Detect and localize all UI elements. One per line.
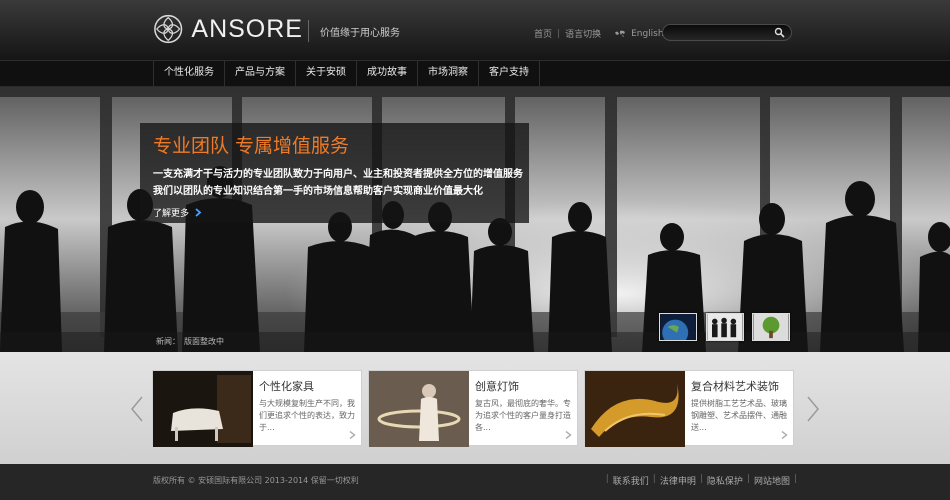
product-image-lighting — [369, 371, 469, 447]
main-nav: 个性化服务 产品与方案 关于安硕 成功故事 市场洞察 客户支持 — [0, 60, 950, 87]
logo-divider — [308, 20, 309, 42]
nav-item-products-solutions[interactable]: 产品与方案 — [224, 61, 295, 87]
banner-description-line-2: 我们以团队的专业知识结合第一手的市场信息帮助客户实现商业价值最大化 — [153, 186, 483, 197]
products-section: 个性化家具 与大规模复制生产不同，我们更追求个性的表达，致力于... 创意灯饰 … — [0, 352, 950, 464]
search-input[interactable] — [671, 26, 771, 40]
separator: | — [746, 474, 750, 484]
footer-link-legal[interactable]: 法律申明 — [660, 474, 696, 487]
home-link[interactable]: 首页 — [534, 27, 552, 40]
product-card-lighting[interactable]: 创意灯饰 复古风，最彻底的奢华。专为追求个性的客户量身打造各... — [368, 370, 578, 447]
product-image-composite-art — [585, 371, 685, 447]
separator: | — [652, 474, 656, 484]
separator: | — [605, 474, 609, 484]
product-title: 创意灯饰 — [475, 380, 519, 393]
logo-mark-icon — [154, 14, 183, 44]
slide-thumbnail-tree[interactable] — [752, 313, 790, 341]
slide-thumbnail-team[interactable] — [706, 313, 744, 341]
separator: | — [699, 474, 703, 484]
footer-link-contact[interactable]: 联系我们 — [613, 474, 649, 487]
news-item[interactable]: 版面整改中 — [184, 336, 224, 347]
carousel-next-icon[interactable] — [806, 396, 820, 422]
copyright: 版权所有 © 安硕国际有限公司 2013-2014 保留一切权利 — [153, 476, 359, 485]
chevron-right-icon[interactable] — [349, 431, 356, 439]
banner-title: 专业团队 专属增值服务 — [153, 135, 350, 157]
nav-item-market-insight[interactable]: 市场洞察 — [417, 61, 478, 87]
news-ticker: 新闻： 版面整改中 — [0, 332, 950, 352]
logo[interactable]: ANSORE — [153, 12, 303, 46]
top-links: 首页 | 语言切换 English — [534, 27, 664, 41]
chevron-right-icon — [195, 208, 202, 217]
world-map-icon — [615, 30, 626, 37]
site-header: ANSORE 价值缘于用心服务 首页 | 语言切换 English — [0, 0, 950, 60]
slide-thumbnail-earth[interactable] — [659, 313, 697, 341]
nav-item-about[interactable]: 关于安硕 — [295, 61, 356, 87]
nav-item-success-stories[interactable]: 成功故事 — [356, 61, 417, 87]
slogan: 价值缘于用心服务 — [320, 28, 400, 39]
product-card-furniture[interactable]: 个性化家具 与大规模复制生产不同，我们更追求个性的表达，致力于... — [152, 370, 362, 447]
english-link[interactable]: English — [631, 29, 664, 39]
banner-caption: 专业团队 专属增值服务 一支充满才干与活力的专业团队致力于向用户、业主和投资者提… — [140, 123, 529, 223]
learn-more-link[interactable]: 了解更多 — [153, 206, 202, 219]
product-image-furniture — [153, 371, 253, 447]
nav-item-personalized-service[interactable]: 个性化服务 — [153, 61, 224, 87]
search-icon[interactable] — [774, 27, 785, 38]
learn-more-label: 了解更多 — [153, 209, 190, 219]
separator: | — [793, 474, 797, 484]
product-description: 提供树脂工艺艺术品、玻璃钢雕塑、艺术品摆件、通融送... — [691, 399, 787, 432]
product-description: 复古风，最彻底的奢华。专为追求个性的客户量身打造各... — [475, 399, 571, 432]
site-footer: 版权所有 © 安硕国际有限公司 2013-2014 保留一切权利 | 联系我们 … — [0, 464, 950, 500]
banner-description-line-1: 一支充满才干与活力的专业团队致力于向用户、业主和投资者提供全方位的增值服务 — [153, 169, 523, 180]
footer-link-sitemap[interactable]: 网站地图 — [754, 474, 790, 487]
carousel-prev-icon[interactable] — [130, 396, 144, 422]
footer-links: | 联系我们 | 法律申明 | 隐私保护 | 网站地图 | — [606, 474, 797, 487]
footer-link-privacy[interactable]: 隐私保护 — [707, 474, 743, 487]
chevron-right-icon[interactable] — [781, 431, 788, 439]
search-box — [662, 24, 792, 41]
nav-item-customer-support[interactable]: 客户支持 — [478, 61, 540, 87]
chevron-right-icon[interactable] — [565, 431, 572, 439]
news-label: 新闻： — [156, 337, 180, 346]
brand-name: ANSORE — [191, 14, 303, 43]
language-switch-link[interactable]: 语言切换 — [565, 27, 601, 40]
product-title: 个性化家具 — [259, 380, 314, 393]
hero-banner: 专业团队 专属增值服务 一支充满才干与活力的专业团队致力于向用户、业主和投资者提… — [0, 87, 950, 352]
product-description: 与大规模复制生产不同，我们更追求个性的表达，致力于... — [259, 399, 355, 432]
product-card-composite-art[interactable]: 复合材料艺术装饰 提供树脂工艺艺术品、玻璃钢雕塑、艺术品摆件、通融送... — [584, 370, 794, 447]
separator: | — [557, 28, 561, 39]
product-title: 复合材料艺术装饰 — [691, 380, 779, 393]
